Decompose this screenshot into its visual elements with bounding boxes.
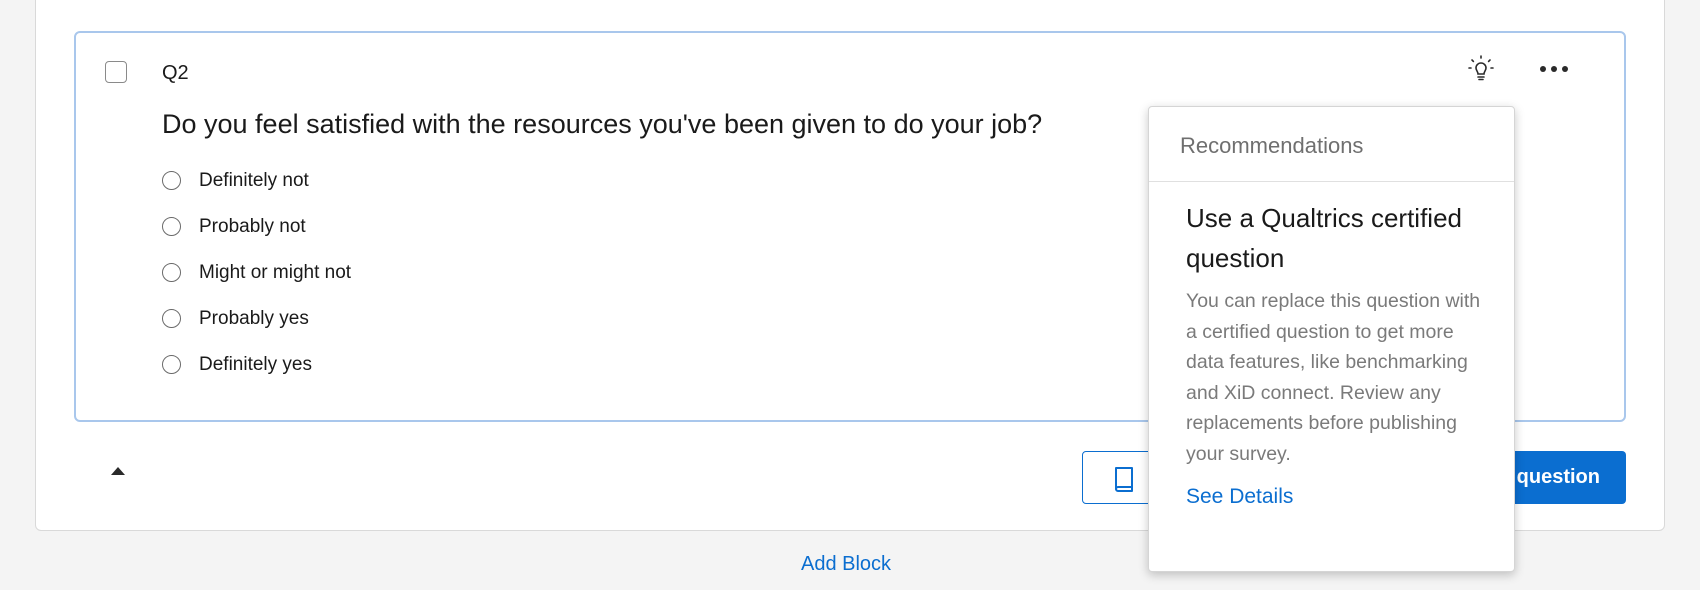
recommendation-description: You can replace this question with a cer…: [1186, 290, 1481, 465]
question-text[interactable]: Do you feel satisfied with the resources…: [162, 109, 1042, 140]
choice-item[interactable]: Definitely not: [162, 170, 351, 216]
choice-label[interactable]: Probably yes: [199, 308, 309, 330]
popover-header: Recommendations: [1149, 107, 1514, 182]
recommendations-popover: Recommendations Use a Qualtrics certifie…: [1148, 106, 1515, 572]
book-icon: [1115, 467, 1133, 492]
radio-icon[interactable]: [162, 171, 181, 190]
question-id: Q2: [162, 62, 189, 84]
radio-icon[interactable]: [162, 217, 181, 236]
radio-icon[interactable]: [162, 263, 181, 282]
choice-item[interactable]: Probably yes: [162, 308, 351, 354]
choice-label[interactable]: Definitely not: [199, 170, 309, 192]
choice-label[interactable]: Might or might not: [199, 262, 351, 284]
recommendations-button[interactable]: [1463, 51, 1499, 87]
radio-icon[interactable]: [162, 309, 181, 328]
lightbulb-icon: [1468, 55, 1494, 81]
choice-item[interactable]: Probably not: [162, 216, 351, 262]
choice-label[interactable]: Probably not: [199, 216, 306, 238]
collapse-block-icon[interactable]: [111, 467, 125, 475]
more-horizontal-icon: [1540, 66, 1568, 72]
choice-list: Definitely not Probably not Might or mig…: [162, 170, 351, 400]
choice-item[interactable]: Might or might not: [162, 262, 351, 308]
choice-item[interactable]: Definitely yes: [162, 354, 351, 400]
choice-label[interactable]: Definitely yes: [199, 354, 312, 376]
popover-body: Use a Qualtrics certified question You c…: [1149, 182, 1514, 509]
more-options-button[interactable]: [1536, 51, 1572, 87]
add-block-link[interactable]: Add Block: [801, 553, 891, 576]
radio-icon[interactable]: [162, 355, 181, 374]
see-details-link[interactable]: See Details: [1186, 485, 1484, 509]
question-select-checkbox[interactable]: [105, 61, 127, 83]
recommendation-title: Use a Qualtrics certified question: [1186, 203, 1462, 273]
